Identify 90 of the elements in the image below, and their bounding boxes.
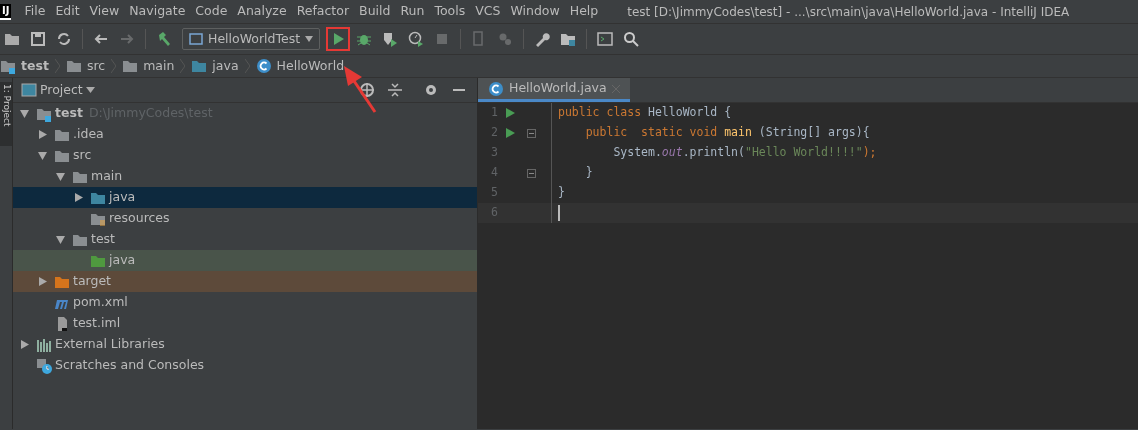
tree-item[interactable]: resources xyxy=(13,208,477,229)
run-config-dropdown[interactable]: HelloWorldTest xyxy=(182,28,321,50)
collapse-icon[interactable] xyxy=(387,82,403,98)
fold-marker-icon[interactable] xyxy=(527,168,536,178)
app-logo: IJ xyxy=(0,3,12,20)
text-cursor xyxy=(558,205,560,221)
window-title: test [D:\JimmyCodes\test] - ...\src\main\java\HelloWorld.java - IntelliJ IDEA xyxy=(627,3,1070,21)
chevron-icon xyxy=(111,59,117,73)
chevron-icon xyxy=(244,59,250,73)
class-icon xyxy=(255,58,272,74)
gears-icon xyxy=(497,31,514,47)
breadcrumb[interactable]: HelloWorld xyxy=(255,56,345,76)
menu-item[interactable]: View xyxy=(84,2,125,21)
search-icon xyxy=(623,31,640,47)
line-number: 1 xyxy=(490,104,499,122)
expanded-arrow-icon[interactable] xyxy=(19,109,29,118)
line-number: 3 xyxy=(490,144,499,162)
code-line: } xyxy=(557,184,565,202)
menu-item[interactable]: Build xyxy=(354,2,396,21)
line-number: 2 xyxy=(490,124,499,142)
menu-item[interactable]: File xyxy=(19,2,51,21)
menu-item[interactable]: Analyze xyxy=(232,2,292,21)
tree-item[interactable]: test.iml xyxy=(13,313,477,334)
line-number: 5 xyxy=(490,184,499,202)
breadcrumb[interactable]: test xyxy=(0,56,49,76)
editor-tab[interactable]: HelloWorld.java xyxy=(478,78,630,102)
tree-item[interactable]: .idea xyxy=(13,124,477,145)
collapsed-arrow-icon[interactable] xyxy=(37,130,47,139)
pointer-arrow xyxy=(342,66,378,114)
code-line: } xyxy=(584,164,593,182)
code-line: public static void main (String[] args){ xyxy=(584,124,870,142)
tree-item[interactable]: External Libraries xyxy=(13,334,477,355)
hammer-icon xyxy=(156,31,172,47)
window-icon xyxy=(597,31,614,47)
folder-icon xyxy=(191,58,208,74)
window-icon xyxy=(189,33,203,45)
tree-item[interactable]: target xyxy=(13,271,477,292)
collapsed-arrow-icon[interactable] xyxy=(19,340,29,349)
wrench-icon xyxy=(534,31,551,47)
menu-item[interactable]: Edit xyxy=(50,2,85,21)
tree-item[interactable]: Scratches and Consoles xyxy=(13,355,477,376)
code-line: System.out.println("Hello World!!!!"); xyxy=(612,144,877,162)
bars-icon xyxy=(36,336,52,353)
expanded-arrow-icon[interactable] xyxy=(55,172,65,181)
tree-item[interactable]: pom.xml xyxy=(13,292,477,313)
folder-icon xyxy=(4,31,20,47)
window-icon xyxy=(21,83,37,97)
menu-item[interactable]: VCS xyxy=(470,2,506,21)
menu-item[interactable]: Navigate xyxy=(124,2,191,21)
tree-item[interactable]: java xyxy=(13,250,477,271)
menu-item[interactable]: Refactor xyxy=(291,2,355,21)
folder-grid-icon xyxy=(560,31,577,47)
scratches-icon xyxy=(36,357,52,374)
collapsed-arrow-icon[interactable] xyxy=(37,277,47,286)
line-number: 4 xyxy=(490,164,499,182)
chevron-icon xyxy=(180,59,186,73)
menu-item[interactable]: Help xyxy=(564,2,604,21)
chevron-icon xyxy=(54,59,60,73)
code-line: public class HelloWorld { xyxy=(557,104,732,122)
tree-item[interactable]: java xyxy=(13,187,477,208)
tree-item[interactable]: src xyxy=(13,145,477,166)
class-icon xyxy=(488,80,504,97)
folder-icon xyxy=(122,58,139,74)
crosshair-icon[interactable] xyxy=(359,82,375,98)
settings-icon[interactable] xyxy=(423,82,439,98)
caret-icon xyxy=(85,87,95,93)
menu-item[interactable]: Window xyxy=(505,2,565,21)
menu-item[interactable]: Tools xyxy=(429,2,471,21)
tree-item[interactable]: main xyxy=(13,166,477,187)
expanded-arrow-icon[interactable] xyxy=(55,235,65,244)
fold-marker-icon[interactable] xyxy=(527,128,536,138)
caret-icon xyxy=(305,36,314,42)
breadcrumb[interactable]: java xyxy=(191,56,239,76)
run-icon[interactable] xyxy=(506,128,515,138)
menu-item[interactable]: Run xyxy=(395,2,430,21)
menu-item[interactable]: Code xyxy=(190,2,233,21)
sync-icon xyxy=(56,31,72,47)
folder-icon xyxy=(65,58,82,74)
tree-item[interactable]: test xyxy=(13,229,477,250)
gauge-icon xyxy=(408,31,425,47)
module-folder-icon xyxy=(0,58,16,74)
breadcrumb[interactable]: main xyxy=(122,56,175,76)
run-icon[interactable] xyxy=(506,108,515,118)
shield-run-icon xyxy=(382,31,399,47)
breadcrumb[interactable]: src xyxy=(65,56,106,76)
save-icon xyxy=(30,31,46,47)
run-button[interactable] xyxy=(326,27,351,51)
collapsed-arrow-icon[interactable] xyxy=(73,193,83,202)
expanded-arrow-icon[interactable] xyxy=(37,151,47,160)
view-dropdown[interactable]: Project xyxy=(21,80,95,100)
